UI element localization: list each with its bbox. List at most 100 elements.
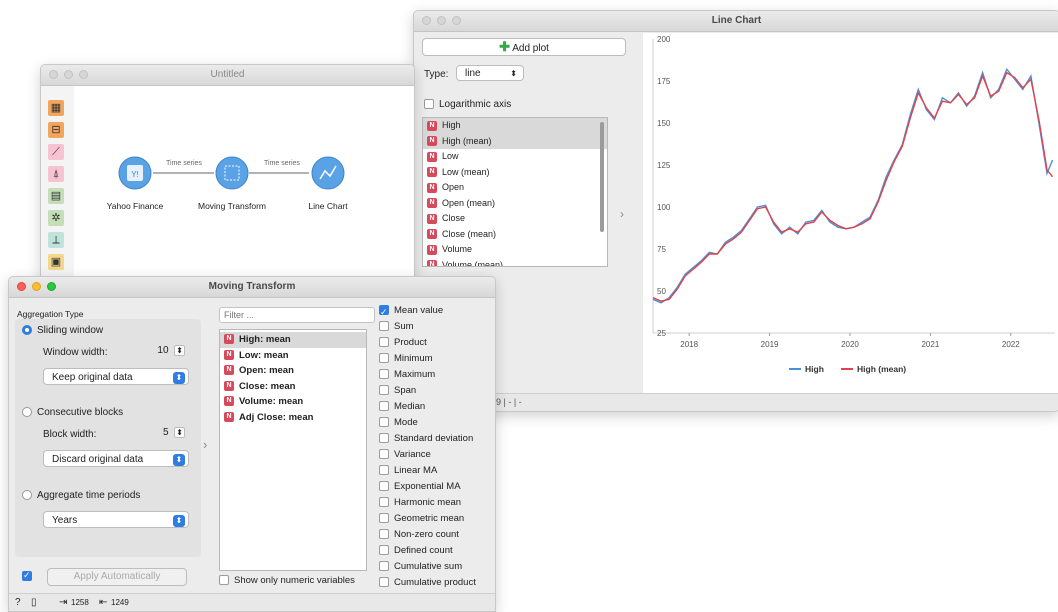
x-tick-label: 2019 [761,340,779,349]
variable-item[interactable]: N Open [423,180,607,196]
aggregation-checkbox[interactable] [379,545,389,556]
aggregation-option[interactable]: Non-zero count [379,527,495,543]
aggregation-option[interactable]: Mode [379,415,495,431]
aggregation-option[interactable]: Geometric mean [379,511,495,527]
aggregation-checkbox[interactable] [379,304,389,320]
aggregation-checkbox[interactable] [379,561,389,572]
report-icon[interactable]: ▯ [31,597,37,608]
type-label: Type: [424,69,449,80]
block-width-label: Block width: [43,429,97,440]
transform-item[interactable]: N Low: mean [220,348,366,364]
numeric-variable-icon: N [427,244,437,255]
transform-item[interactable]: N Volume: mean [220,394,366,410]
aggregation-option[interactable]: Minimum [379,351,495,367]
aggregation-checkbox[interactable] [379,337,389,348]
consecutive-blocks-radio[interactable]: Consecutive blocks [22,407,123,418]
sliding-window-radio[interactable]: Sliding window [22,325,103,336]
aggregation-option[interactable]: Cumulative product [379,575,495,591]
aggregation-label: Cumulative sum [394,561,463,572]
aggregation-option[interactable]: Product [379,335,495,351]
variable-item[interactable]: N Close (mean) [423,227,607,243]
period-value: Years [52,515,78,526]
transform-item[interactable]: N Open: mean [220,363,366,379]
aggregation-label: Sum [394,321,414,332]
aggregation-checkbox[interactable] [379,529,389,540]
transform-label: High: mean [239,334,291,345]
variable-item[interactable]: N Low (mean) [423,165,607,181]
scrollbar[interactable] [600,122,604,232]
plot-area[interactable]: 25 50 75 100 125 150 175 200 2018 2019 2020 2021 202… [643,33,1058,393]
aggregation-option[interactable]: Harmonic mean [379,495,495,511]
show-numeric-checkbox[interactable]: Show only numeric variables [219,575,355,586]
legend-label-high-mean: High (mean) [857,364,906,374]
block-width-spinner[interactable]: 5 ⬍ [135,427,185,441]
window-title: Moving Transform [208,281,296,292]
aggregation-option[interactable]: Variance [379,447,495,463]
aggregation-option[interactable]: Cumulative sum [379,559,495,575]
transform-item[interactable]: N Adj Close: mean [220,410,366,426]
aggregation-checkbox[interactable] [379,433,389,444]
collapse-arrow-icon[interactable]: › [203,437,207,452]
chevron-updown-icon: ⬍ [173,515,185,527]
line-chart-titlebar[interactable]: Line Chart [414,11,1058,32]
aggregation-checkbox[interactable] [379,353,389,364]
aggregation-label: Standard deviation [394,433,474,444]
aggregation-option[interactable]: Span [379,383,495,399]
variable-item[interactable]: N Open (mean) [423,196,607,212]
aggregation-checkbox[interactable] [379,577,389,588]
variable-item[interactable]: N Close [423,211,607,227]
aggregation-option[interactable]: Median [379,399,495,415]
log-axis-checkbox[interactable]: Logarithmic axis [424,99,511,110]
aggregation-checkbox[interactable] [379,513,389,524]
aggregation-checkbox[interactable] [379,401,389,412]
aggregation-checkbox[interactable] [379,449,389,460]
window-width-spinner[interactable]: 10 ⬍ [135,345,185,359]
aggregation-label: Geometric mean [394,513,465,524]
help-icon[interactable]: ? [15,597,21,608]
period-select[interactable]: Years ⬍ [43,511,189,528]
x-tick-label: 2021 [921,340,939,349]
aggregation-checkbox[interactable] [379,497,389,508]
stepper-icon[interactable]: ⬍ [174,427,185,438]
variable-item[interactable]: N Low [423,149,607,165]
apply-automatically-checkbox[interactable] [22,570,37,582]
aggregation-checkbox[interactable] [379,369,389,380]
line-chart: 25 50 75 100 125 150 175 200 2018 2019 2020 2021 202… [652,35,1055,374]
aggregation-option[interactable]: Linear MA [379,463,495,479]
keep-data-value: Keep original data [52,372,133,383]
aggregation-option[interactable]: Mean value [379,303,495,320]
variable-item[interactable]: N Volume [423,242,607,258]
aggregation-checkbox[interactable] [379,321,389,332]
aggregation-option[interactable]: Exponential MA [379,479,495,495]
log-axis-box[interactable] [424,99,434,110]
add-plot-button[interactable]: ✚ Add plot [422,38,626,56]
block-width-value: 5 [162,427,169,438]
transform-list[interactable]: N High: mean N Low: mean N Open: mean N Close: … [219,329,367,571]
aggregation-checkbox[interactable] [379,417,389,428]
moving-transform-titlebar[interactable]: Moving Transform [9,277,495,298]
transform-item[interactable]: N Close: mean [220,379,366,395]
collapse-arrow-icon[interactable]: › [620,207,624,221]
stepper-icon[interactable]: ⬍ [174,345,185,356]
transform-item[interactable]: N High: mean [220,332,366,348]
canvas-window: Untitled ▦ ⊟ ⟋ ⍋ ▤ ✲ ⟂ ▣ Y! Time series … [40,64,415,282]
keep-data-select[interactable]: Keep original data ⬍ [43,368,189,385]
aggregate-periods-radio[interactable]: Aggregate time periods [22,490,140,501]
apply-button[interactable]: Apply Automatically [47,568,187,586]
aggregation-option[interactable]: Maximum [379,367,495,383]
variable-item[interactable]: N High (mean) [423,133,607,149]
aggregation-option[interactable]: Defined count [379,543,495,559]
aggregation-checkbox[interactable] [379,481,389,492]
aggregation-option[interactable]: Standard deviation [379,431,495,447]
type-select[interactable]: line ⬍ [456,65,524,81]
aggregation-checkbox[interactable] [379,385,389,396]
moving-transform-node[interactable] [215,156,249,190]
filter-input[interactable] [219,307,375,323]
discard-data-select[interactable]: Discard original data ⬍ [43,450,189,467]
aggregation-option[interactable]: Sum [379,319,495,335]
variable-list[interactable]: N High N High (mean) N Low N Low (mean) N Open N Op… [422,117,608,267]
variable-item[interactable]: N High [423,118,607,134]
numeric-variable-icon: N [427,229,437,240]
variable-item[interactable]: N Volume (mean) [423,258,607,266]
aggregation-checkbox[interactable] [379,465,389,476]
